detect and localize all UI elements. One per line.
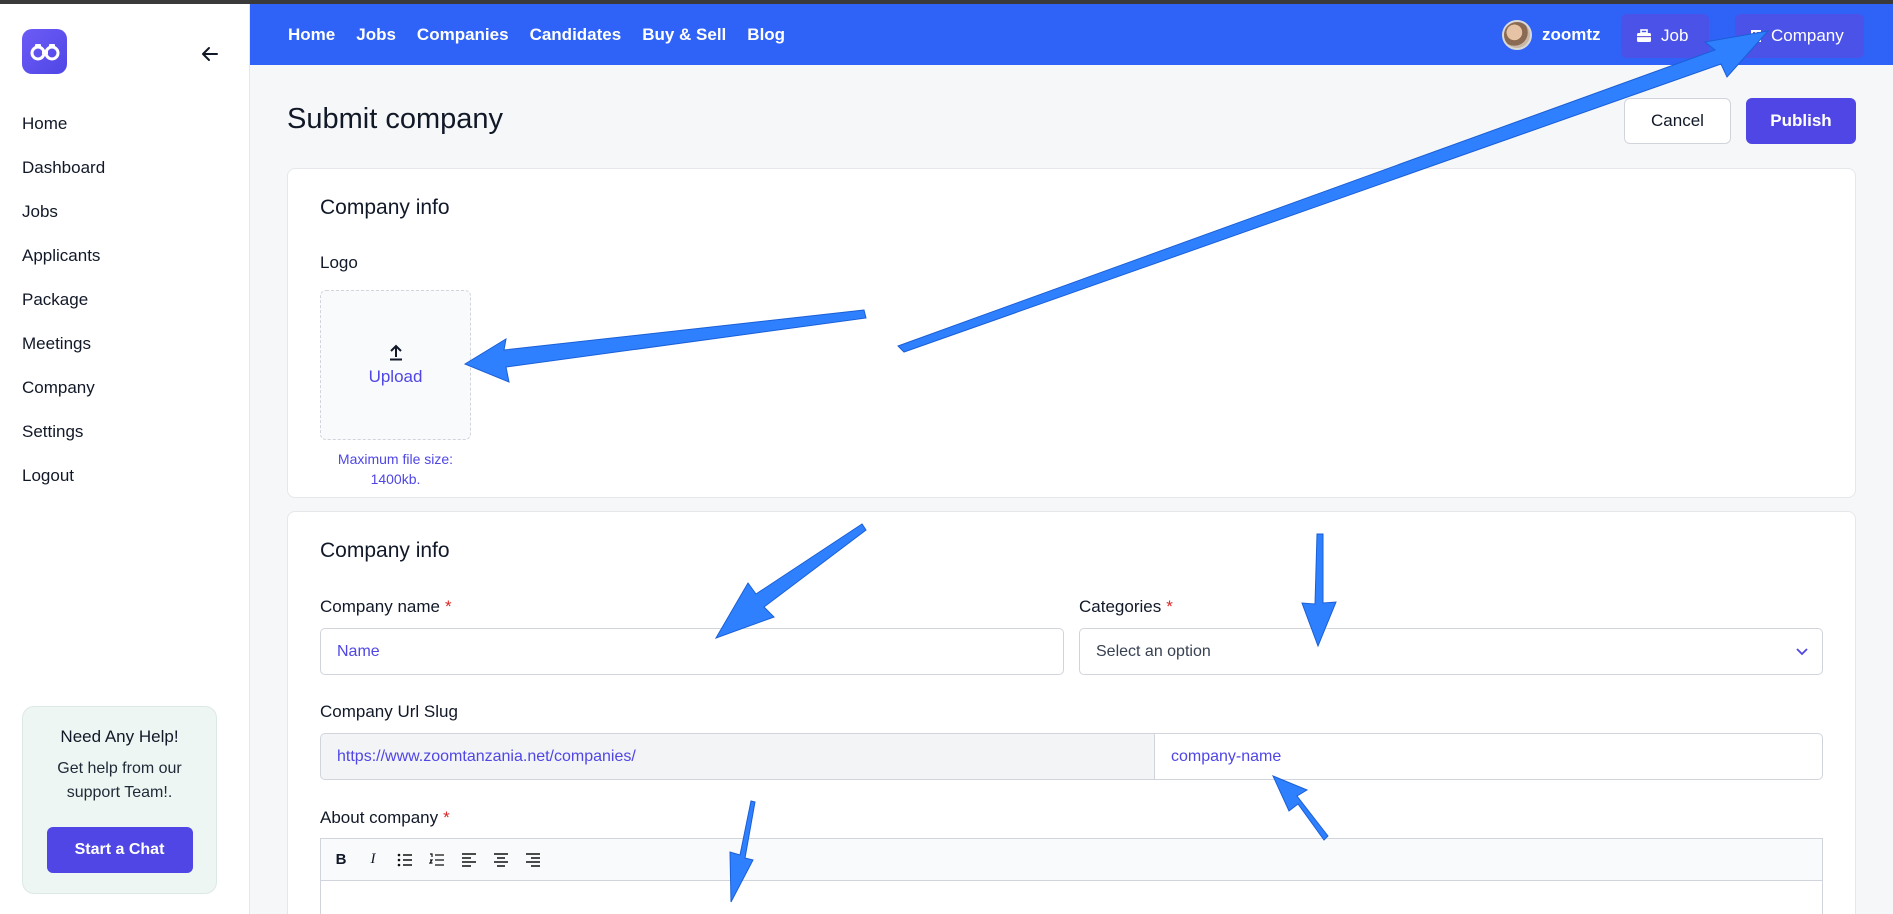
sidebar-item-home[interactable]: Home [22, 102, 105, 146]
publish-button[interactable]: Publish [1746, 98, 1856, 144]
username: zoomtz [1542, 25, 1601, 44]
sidebar-item-jobs[interactable]: Jobs [22, 190, 105, 234]
window-top-strip [0, 0, 1893, 4]
company-name-input[interactable]: Name [320, 628, 1064, 675]
slug-label: Company Url Slug [320, 702, 458, 721]
card-title: Company info [320, 539, 450, 562]
chevron-down-icon [1796, 629, 1808, 674]
upload-hint: Maximum file size: 1400kb. [337, 451, 454, 487]
categories-select[interactable]: Select an option [1079, 628, 1823, 675]
about-company-label: About company * [320, 808, 450, 828]
briefcase-icon [1637, 29, 1651, 42]
bold-icon[interactable]: B [329, 848, 353, 872]
post-company-label: Company [1771, 26, 1844, 45]
post-company-button[interactable]: Company [1735, 14, 1864, 58]
categories-label-text: Categories [1079, 597, 1162, 616]
sidebar-nav: Home Dashboard Jobs Applicants Package M… [22, 102, 105, 498]
italic-icon[interactable]: I [361, 848, 385, 872]
start-chat-button[interactable]: Start a Chat [46, 827, 193, 873]
categories-label: Categories * [1079, 597, 1173, 617]
user-menu[interactable]: zoomtz [1502, 20, 1601, 50]
numbered-list-icon[interactable] [425, 848, 449, 872]
building-icon [1751, 30, 1761, 42]
sidebar-item-settings[interactable]: Settings [22, 410, 105, 454]
topnav-candidates[interactable]: Candidates [530, 25, 622, 45]
topnav-jobs[interactable]: Jobs [356, 25, 396, 45]
sidebar-item-dashboard[interactable]: Dashboard [22, 146, 105, 190]
upload-icon [389, 344, 402, 361]
company-logo-card: Company info Logo Upload Maximum file si… [287, 168, 1856, 498]
company-name-label-text: Company name [320, 597, 441, 616]
help-text: Get help from our support Team!. [57, 760, 182, 801]
arrow-left-icon[interactable] [196, 40, 224, 68]
company-name-label: Company name * [320, 597, 452, 617]
slug-input[interactable]: company-name [1154, 733, 1823, 780]
binoculars-icon[interactable] [22, 29, 67, 74]
bullet-list-icon[interactable] [393, 848, 417, 872]
logo-upload-dropzone[interactable]: Upload [320, 290, 471, 440]
slug-prefix: https://www.zoomtanzania.net/companies/ [320, 733, 1155, 780]
topnav-companies[interactable]: Companies [417, 25, 509, 45]
sidebar-item-logout[interactable]: Logout [22, 454, 105, 498]
align-right-icon[interactable] [521, 848, 545, 872]
about-company-label-text: About company [320, 808, 439, 827]
topnav-buy-sell[interactable]: Buy & Sell [642, 25, 726, 45]
required-mark: * [1166, 597, 1173, 616]
page-title: Submit company [287, 103, 503, 135]
cancel-button[interactable]: Cancel [1624, 98, 1731, 144]
sidebar-item-applicants[interactable]: Applicants [22, 234, 105, 278]
help-title: Need Any Help! [60, 727, 179, 746]
sidebar-item-meetings[interactable]: Meetings [22, 322, 105, 366]
logo-label: Logo [320, 253, 358, 272]
required-mark: * [443, 808, 450, 827]
post-job-button[interactable]: Job [1621, 14, 1709, 58]
sidebar-item-package[interactable]: Package [22, 278, 105, 322]
topnav-blog[interactable]: Blog [747, 25, 785, 45]
sidebar-item-company[interactable]: Company [22, 366, 105, 410]
avatar [1502, 20, 1532, 50]
topnav-home[interactable]: Home [288, 25, 335, 45]
about-company-editor[interactable] [320, 880, 1823, 914]
post-job-label: Job [1661, 26, 1689, 45]
top-nav: Home Jobs Companies Candidates Buy & Sel… [288, 4, 785, 65]
required-mark: * [445, 597, 452, 616]
help-card: Need Any Help! Get help from our support… [22, 706, 217, 894]
upload-label: Upload [368, 367, 423, 386]
top-navbar: Home Jobs Companies Candidates Buy & Sel… [250, 4, 1893, 65]
categories-selected-value: Select an option [1096, 643, 1211, 660]
company-details-card: Company info Company name * Name Categori… [287, 511, 1856, 914]
card-title: Company info [320, 196, 450, 219]
align-center-icon[interactable] [489, 848, 513, 872]
sidebar: Home Dashboard Jobs Applicants Package M… [0, 4, 250, 914]
editor-toolbar: B I [320, 838, 1823, 880]
align-left-icon[interactable] [457, 848, 481, 872]
